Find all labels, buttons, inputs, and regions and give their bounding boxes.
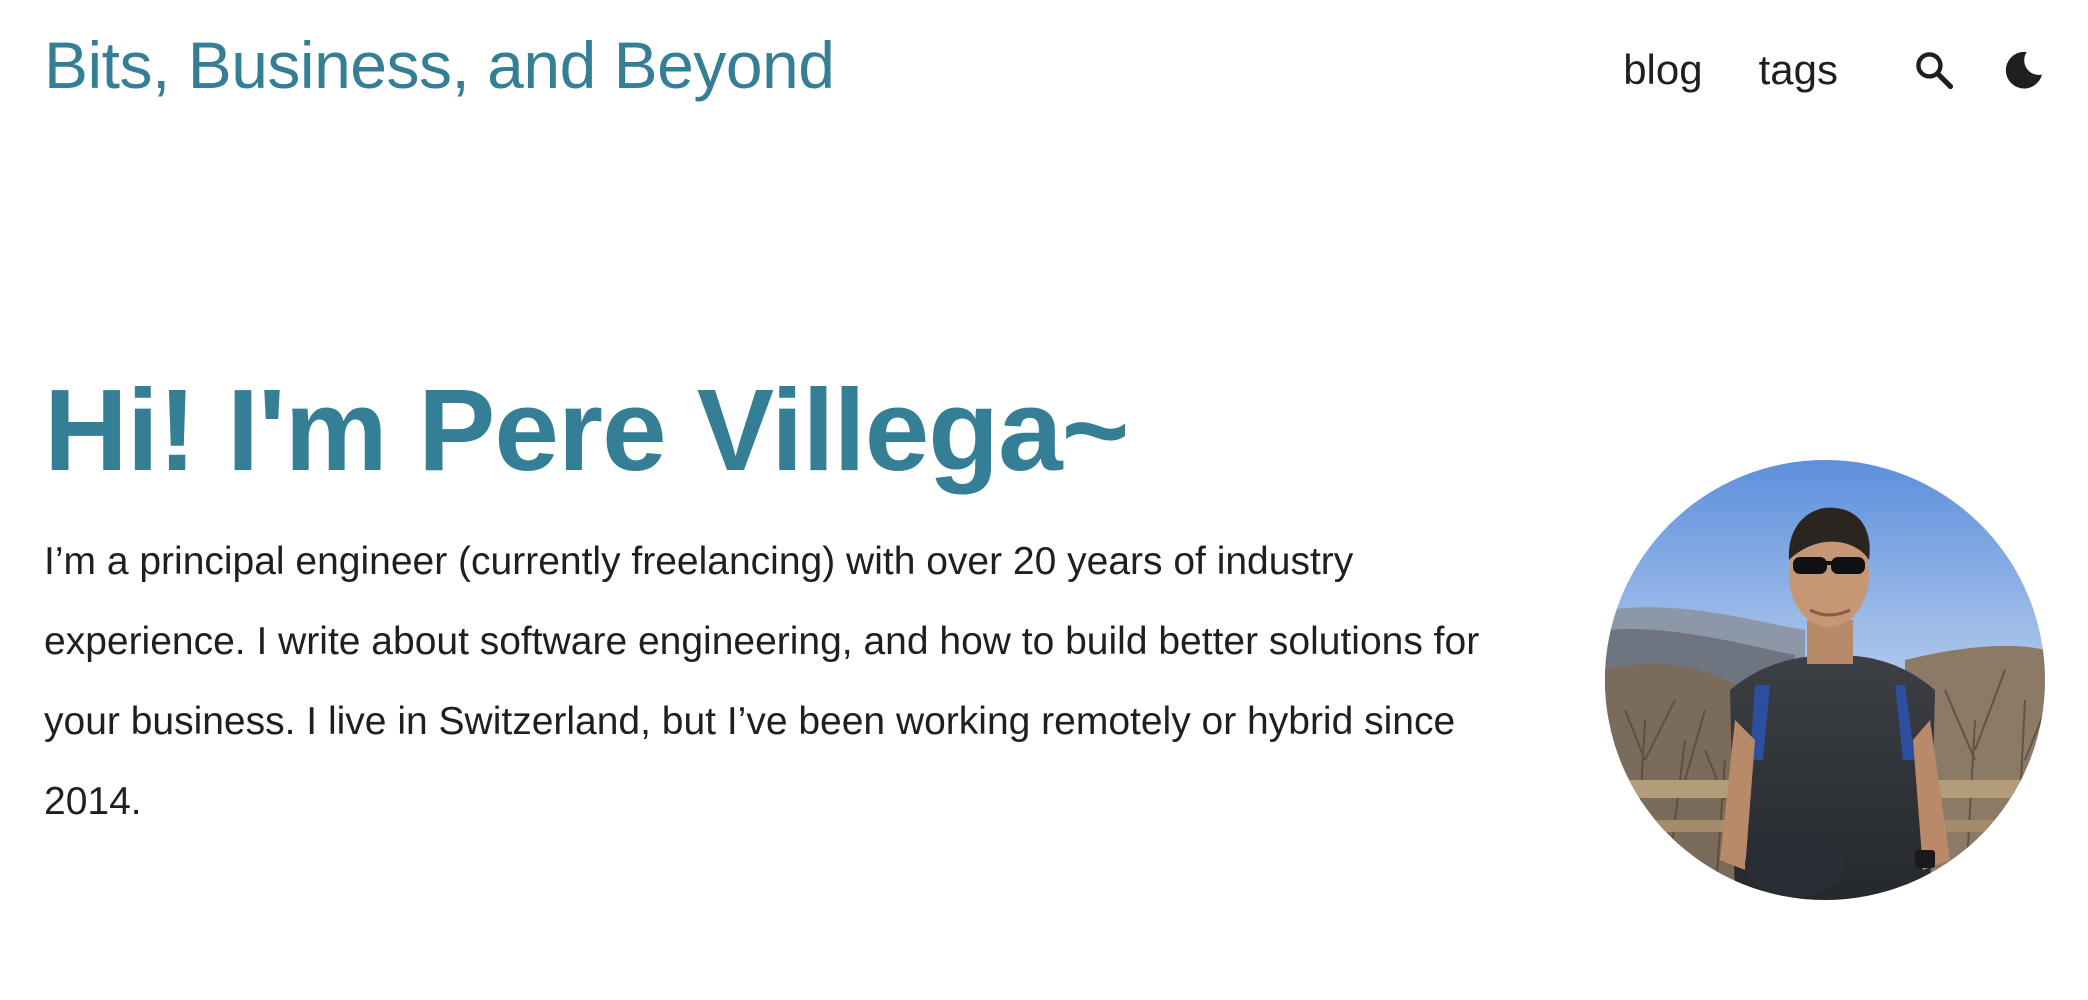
- theme-toggle-button[interactable]: [2000, 46, 2048, 94]
- page: Bits, Business, and Beyond blog tags Hi!…: [0, 0, 2088, 1000]
- search-icon: [1916, 52, 1954, 90]
- hero-intro-text: I’m a principal engineer (currently free…: [44, 540, 1480, 823]
- hero-section: Hi! I'm Pere Villega~ I’m a principal en…: [44, 360, 1504, 842]
- site-header: Bits, Business, and Beyond blog tags: [0, 0, 2088, 130]
- nav-link-blog[interactable]: blog: [1623, 34, 1702, 106]
- main-nav: blog tags: [1623, 34, 2048, 106]
- hero-title: Hi! I'm Pere Villega~: [44, 365, 1129, 495]
- profile-photo: [1605, 460, 2045, 900]
- nav-link-tags[interactable]: tags: [1759, 34, 1838, 106]
- site-title-link[interactable]: Bits, Business, and Beyond: [44, 22, 835, 108]
- moon-icon: [2005, 51, 2042, 89]
- search-button[interactable]: [1910, 46, 1958, 94]
